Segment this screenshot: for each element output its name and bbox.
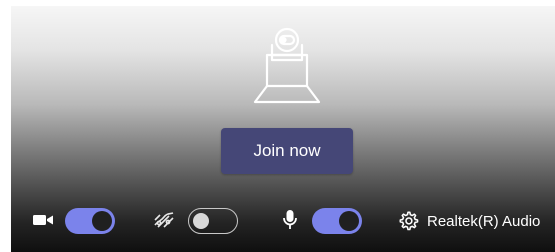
background-blur-icon[interactable] [152,208,176,232]
microphone-toggle-knob [339,211,359,231]
background-effects-toggle[interactable] [188,208,238,234]
background-effects-toggle-knob [193,213,209,229]
device-controls-bar: Realtek(R) Audio [11,202,555,238]
prejoin-stage: Join now Realtek(R) Audio [11,6,555,252]
camera-toggle[interactable] [65,208,115,234]
audio-device-settings-button[interactable]: Realtek(R) Audio [397,206,540,236]
camera-toggle-knob [92,211,112,231]
gear-icon [397,210,419,232]
join-now-button[interactable]: Join now [221,128,353,174]
video-camera-icon [31,208,55,232]
microphone-toggle[interactable] [312,208,362,234]
audio-device-label: Realtek(R) Audio [427,212,541,230]
webcam-laptop-icon [247,24,327,108]
microphone-icon [278,208,302,232]
